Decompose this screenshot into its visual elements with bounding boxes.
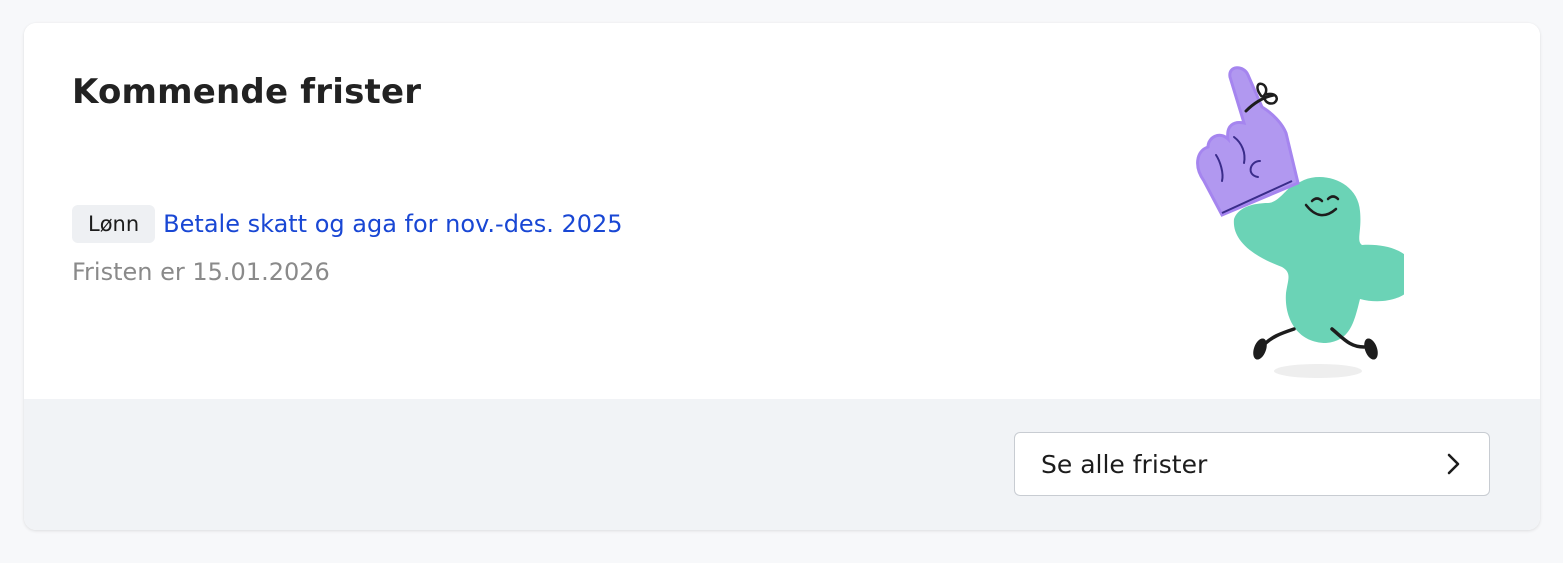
foam-finger — [1196, 66, 1300, 217]
deadline-item: Lønn Betale skatt og aga for nov.-des. 2… — [72, 205, 623, 287]
see-all-deadlines-button[interactable]: Se alle frister — [1014, 432, 1490, 496]
deadline-link[interactable]: Betale skatt og aga for nov.-des. 2025 — [163, 205, 622, 243]
right-foot — [1364, 338, 1378, 360]
mascot-body — [1233, 177, 1404, 343]
left-leg — [1260, 327, 1296, 349]
card-title: Kommende frister — [72, 72, 422, 112]
deadline-row: Lønn Betale skatt og aga for nov.-des. 2… — [72, 205, 623, 243]
see-all-deadlines-label: Se alle frister — [1041, 449, 1208, 479]
upcoming-deadlines-card: Kommende frister Lønn Betale skatt og ag… — [24, 23, 1540, 530]
card-footer: Se alle frister — [24, 399, 1540, 530]
card-body: Kommende frister Lønn Betale skatt og ag… — [24, 23, 1540, 399]
shadow-shape — [1274, 364, 1362, 378]
deadline-due-date: Fristen er 15.01.2026 — [72, 258, 330, 286]
chevron-right-icon — [1447, 453, 1460, 475]
foam-finger-mascot-illustration — [1196, 66, 1404, 378]
category-tag: Lønn — [72, 205, 156, 243]
